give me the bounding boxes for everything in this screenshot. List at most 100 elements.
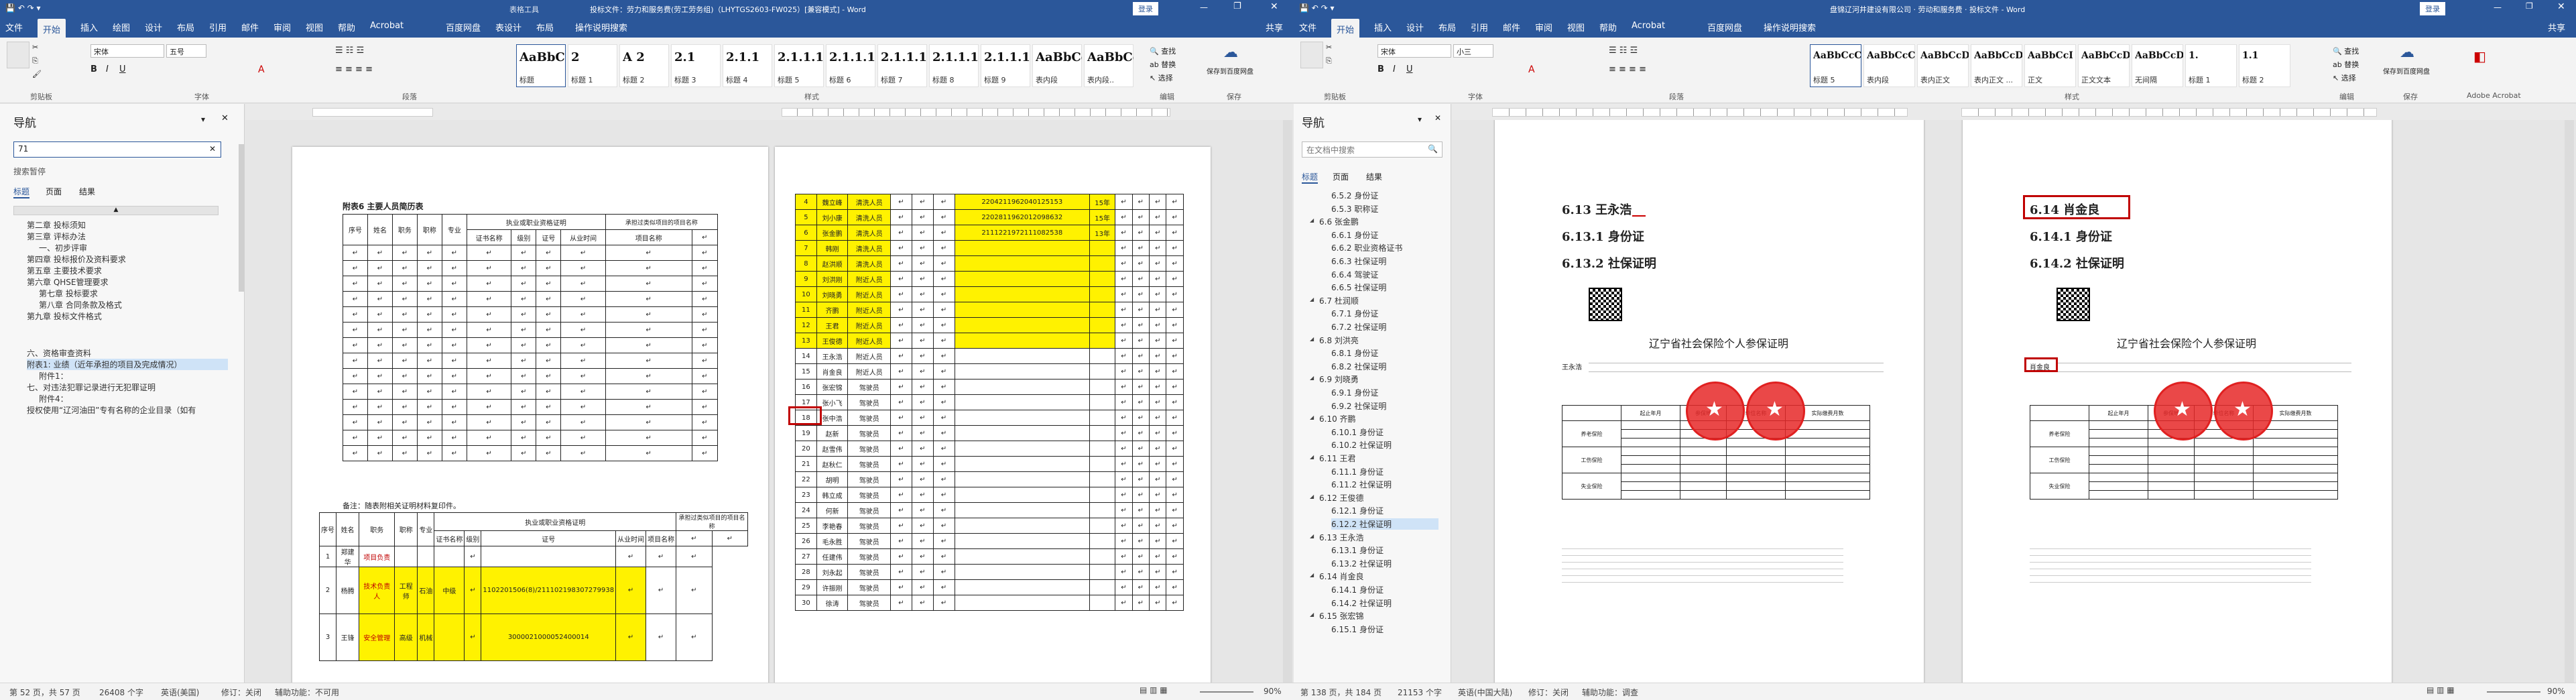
format-painter-icon[interactable]: 🖌 <box>32 70 42 78</box>
style-4[interactable]: AaBbCcI 正文 <box>2024 44 2076 87</box>
zoom-slider[interactable] <box>2487 691 2540 693</box>
nav-item[interactable]: 第六章 QHSE管理要求 <box>27 276 228 288</box>
tab-8[interactable]: 审阅 <box>273 21 291 34</box>
underline-icon[interactable]: U <box>1406 64 1413 74</box>
nav-item[interactable]: 6.5.3 职称证 <box>1331 203 1438 215</box>
nav-item[interactable]: 6.11.1 身份证 <box>1331 466 1438 477</box>
status-track[interactable]: 修订：关闭 <box>1528 687 1569 698</box>
sign-in-button[interactable]: 登录 <box>1133 2 1158 15</box>
collapse-arrow-icon[interactable]: ◢ <box>1310 493 1314 500</box>
bullets-icon[interactable]: ☰ ☷ ☲ <box>335 46 364 56</box>
nav-item[interactable]: 6.6.1 身份证 <box>1331 229 1438 241</box>
italic-icon[interactable]: I <box>1393 64 1396 74</box>
tab-7[interactable]: 审阅 <box>1535 21 1552 34</box>
style-2[interactable]: A 2 标题 2 <box>619 44 669 87</box>
style-4[interactable]: 2.1.1 标题 4 <box>723 44 772 87</box>
close-icon[interactable]: ✕ <box>1270 1 1278 12</box>
nav-item[interactable]: 第八章 合同条款及格式 <box>39 299 240 310</box>
style-3[interactable]: AaBbCcD 表内正文 ... <box>1971 44 2022 87</box>
replace-button[interactable]: ab 替换 <box>2333 59 2359 70</box>
style-5[interactable]: AaBbCcDd 正文文本 <box>2078 44 2130 87</box>
tab-1[interactable]: 开始 <box>38 19 66 38</box>
nav-close-icon[interactable]: ✕ <box>221 113 229 123</box>
nav-item[interactable]: 6.8 刘洪亮 <box>1319 335 1440 346</box>
nav-item[interactable]: 附件4： <box>39 393 240 404</box>
select-button[interactable]: ↖ 选择 <box>1150 72 1173 83</box>
find-button[interactable]: 🔍 查找 <box>2333 46 2359 56</box>
view-icons[interactable]: ▤ ▥ ▦ <box>1140 685 1168 695</box>
search-clear-icon[interactable]: ✕ <box>209 144 216 154</box>
search-icon[interactable]: 🔍 <box>1428 144 1438 154</box>
tab-0[interactable]: 文件 <box>5 21 23 34</box>
style-5[interactable]: 2.1.1.1 标题 5 <box>774 44 824 87</box>
nav-item[interactable]: 附表1: 业绩（近年承担的项目及完成情况） <box>27 359 228 370</box>
baidu-cloud-icon[interactable]: ☁ <box>1223 44 1238 61</box>
nav-item[interactable]: 6.5.2 身份证 <box>1331 190 1438 201</box>
style-10[interactable]: AaBbCc 表内段 <box>1032 44 1082 87</box>
cut-icon[interactable]: ✂ <box>1326 43 1332 52</box>
tab-2[interactable]: 插入 <box>80 21 98 34</box>
zoom-slider[interactable] <box>1200 691 1253 693</box>
tab-11[interactable]: 百度网盘 <box>1707 21 1742 34</box>
style-11[interactable]: AaBbCc 表内段.. <box>1084 44 1133 87</box>
collapse-arrow-icon[interactable]: ◢ <box>1310 414 1314 420</box>
nav-item[interactable]: 第五章 主要技术要求 <box>27 265 228 276</box>
nav-item[interactable]: 6.15 张宏锦 <box>1319 610 1440 622</box>
nav-item[interactable]: 第三章 评标办法 <box>27 231 228 242</box>
nav-item[interactable]: 6.6.5 社保证明 <box>1331 282 1438 293</box>
autosave-icon[interactable]: 💾 ↶ ↷ ▾ <box>5 3 41 13</box>
nav-item[interactable]: 6.9 刘晓勇 <box>1319 373 1440 385</box>
nav-item[interactable]: 6.10.2 社保证明 <box>1331 439 1438 451</box>
tell-me-search[interactable]: 操作说明搜索 <box>1764 21 1816 34</box>
restore-icon[interactable]: ❐ <box>1233 1 1241 11</box>
tab-10[interactable]: 帮助 <box>338 21 355 34</box>
font-size-box[interactable]: 小三 <box>1453 44 1493 58</box>
nav-item[interactable]: 6.14 肖金良 <box>1319 571 1440 582</box>
nav-tab-pages[interactable]: 页面 <box>1333 171 1349 182</box>
nav-item[interactable]: 6.9.1 身份证 <box>1331 387 1438 398</box>
tab-14[interactable]: 布局 <box>536 21 554 34</box>
tab-6[interactable]: 引用 <box>209 21 227 34</box>
font-color-icon[interactable]: A <box>1528 64 1535 75</box>
collapse-arrow-icon[interactable]: ◢ <box>1310 336 1314 342</box>
style-7[interactable]: 2.1.1.1.1 标题 7 <box>877 44 927 87</box>
save-baidu-label[interactable]: 保存到百度网盘 <box>2383 66 2430 76</box>
style-1[interactable]: 2 标题 1 <box>568 44 617 87</box>
nav-item[interactable]: 第二章 投标须知 <box>27 219 228 231</box>
font-name-box[interactable]: 宋体 <box>1377 44 1451 58</box>
tab-7[interactable]: 邮件 <box>241 21 259 34</box>
collapse-arrow-icon[interactable]: ◢ <box>1310 572 1314 578</box>
style-7[interactable]: 1. 标题 1 <box>2185 44 2237 87</box>
nav-item[interactable]: 6.13.2 社保证明 <box>1331 558 1438 569</box>
style-1[interactable]: AaBbCcC 表内段 <box>1863 44 1915 87</box>
tab-3[interactable]: 设计 <box>1406 21 1424 34</box>
styles-gallery[interactable]: AaBbCcC 标题 5 AaBbCcC 表内段 AaBbCcD 表内正文 AaBbCcD 表… <box>1810 44 2306 89</box>
nav-scroll-up[interactable]: ▲ <box>13 206 219 215</box>
italic-icon[interactable]: I <box>106 64 109 74</box>
sign-in-button-right[interactable]: 登录 <box>2420 2 2445 15</box>
status-track[interactable]: 修订：关闭 <box>221 687 261 698</box>
quick-access-icon[interactable]: 💾 ↶ ↷ ▾ <box>1299 3 1335 13</box>
nav-item[interactable]: 6.8.1 身份证 <box>1331 347 1438 359</box>
nav-item[interactable]: 6.10 齐鹏 <box>1319 413 1440 424</box>
nav-tab-headings[interactable]: 标题 <box>13 186 30 198</box>
share-button[interactable]: 共享 <box>2548 21 2565 34</box>
font-name-box[interactable]: 宋体 <box>90 44 164 58</box>
zoom-level[interactable]: 90% <box>1264 687 1282 696</box>
underline-icon[interactable]: U <box>119 64 126 74</box>
zoom-level[interactable]: 90% <box>2547 687 2565 696</box>
restore-icon[interactable]: ❐ <box>2526 1 2533 11</box>
style-6[interactable]: 2.1.1.1. 标题 6 <box>826 44 875 87</box>
tab-12[interactable]: 百度网盘 <box>446 21 481 34</box>
style-6[interactable]: AaBbCcDd 无间隔 <box>2132 44 2183 87</box>
nav-tab-results[interactable]: 结果 <box>1366 171 1382 182</box>
collapse-arrow-icon[interactable]: ◢ <box>1310 217 1314 223</box>
style-2[interactable]: AaBbCcD 表内正文 <box>1917 44 1969 87</box>
collapse-arrow-icon[interactable]: ◢ <box>1310 296 1314 302</box>
nav-item[interactable]: 第七章 投标要求 <box>39 288 240 299</box>
nav-options-icon[interactable]: ▾ <box>1418 115 1422 124</box>
collapse-arrow-icon[interactable]: ◢ <box>1310 375 1314 381</box>
styles-gallery[interactable]: AaBbC 标题 2 标题 1A 2 标题 2 2.1 标题 3 2.1.1 标题 4 2.1.1… <box>516 44 1140 89</box>
style-9[interactable]: 2.1.1.1.1 标题 9 <box>981 44 1030 87</box>
select-button[interactable]: ↖ 选择 <box>2333 72 2356 83</box>
